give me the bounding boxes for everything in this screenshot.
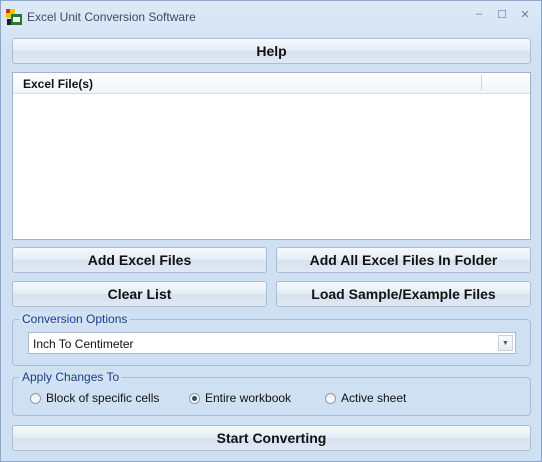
chevron-down-icon[interactable]: ▼ (498, 335, 513, 351)
radio-label: Entire workbook (205, 391, 292, 405)
radio-active-sheet[interactable]: Active sheet (325, 391, 406, 405)
close-icon[interactable]: ✕ (517, 8, 533, 21)
load-sample-button[interactable]: Load Sample/Example Files (276, 281, 531, 307)
file-list-header: Excel File(s) (13, 73, 530, 94)
help-button[interactable]: Help (12, 38, 531, 64)
conversion-selected-value: Inch To Centimeter (33, 337, 134, 351)
window-title: Excel Unit Conversion Software (27, 10, 196, 24)
file-list[interactable]: Excel File(s) (12, 72, 531, 240)
radio-block-of-cells[interactable]: Block of specific cells (30, 391, 159, 405)
radio-button-icon[interactable] (325, 392, 336, 404)
add-folder-button[interactable]: Add All Excel Files In Folder (276, 247, 531, 273)
column-header-excel-files[interactable]: Excel File(s) (23, 77, 93, 91)
app-icon (6, 9, 22, 25)
minimize-icon[interactable]: – (471, 8, 487, 20)
add-excel-files-button[interactable]: Add Excel Files (12, 247, 267, 273)
radio-label: Block of specific cells (46, 391, 160, 405)
column-divider[interactable] (481, 75, 482, 91)
maximize-icon[interactable]: ☐ (494, 8, 510, 21)
start-converting-button[interactable]: Start Converting (12, 425, 531, 451)
apply-changes-group: Apply Changes To Block of specific cells… (12, 370, 531, 416)
conversion-options-label: Conversion Options (19, 312, 131, 326)
apply-changes-label: Apply Changes To (19, 370, 123, 384)
radio-button-icon[interactable] (30, 392, 41, 404)
app-window: Excel Unit Conversion Software – ☐ ✕ Hel… (0, 0, 542, 462)
radio-label: Active sheet (341, 391, 407, 405)
conversion-options-group: Conversion Options Inch To Centimeter ▼ (12, 312, 531, 366)
conversion-select[interactable]: Inch To Centimeter ▼ (28, 332, 516, 354)
clear-list-button[interactable]: Clear List (12, 281, 267, 307)
radio-entire-workbook[interactable]: Entire workbook (189, 391, 291, 405)
radio-button-selected-icon[interactable] (189, 392, 200, 404)
title-bar: Excel Unit Conversion Software – ☐ ✕ (1, 1, 541, 31)
